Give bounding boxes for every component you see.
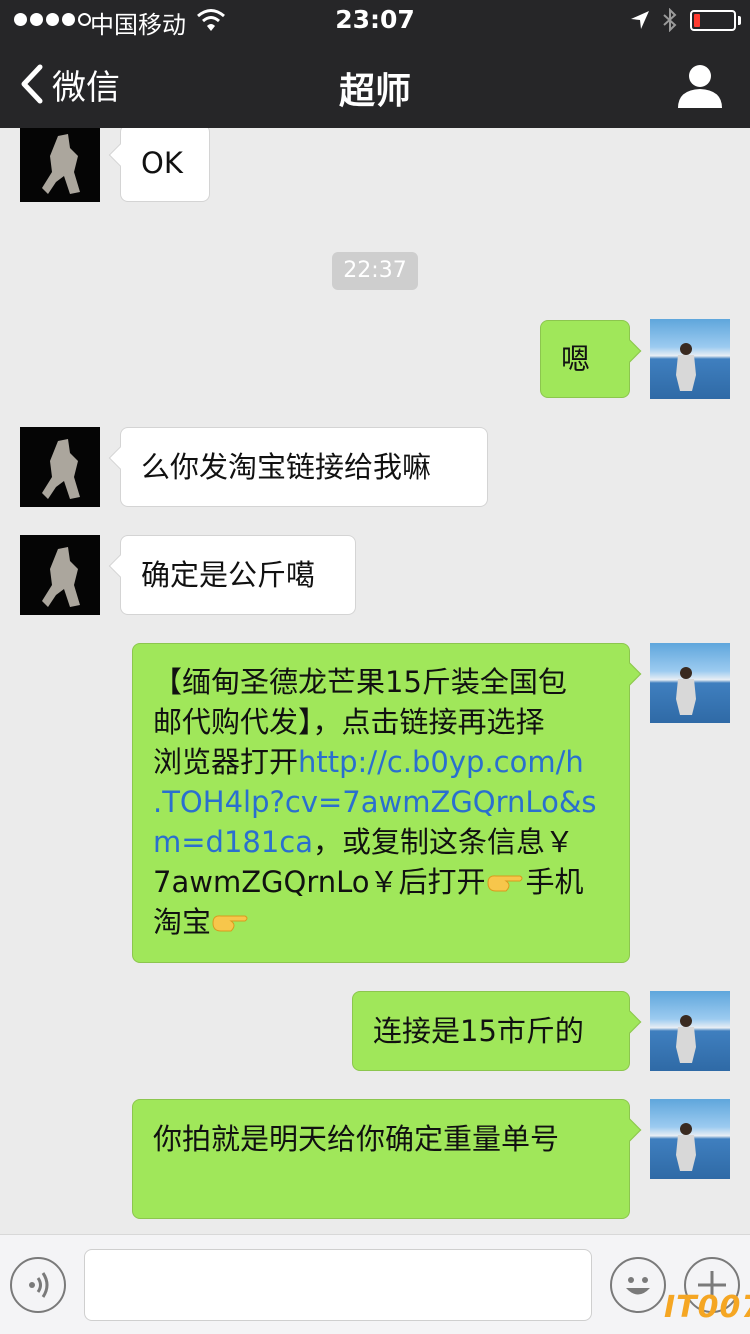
- battery-level: [694, 14, 700, 27]
- nav-bar: 微信 超师: [0, 40, 750, 128]
- contact-avatar[interactable]: [20, 427, 100, 507]
- message-text: 确定是公斤噶: [141, 558, 316, 592]
- message-bubble[interactable]: 你拍就是明天给你确定重量单号: [132, 1099, 642, 1219]
- message-text: 嗯: [561, 342, 591, 376]
- my-avatar[interactable]: [650, 991, 730, 1071]
- watermark-logo: IT007: [664, 1290, 750, 1325]
- message-bubble[interactable]: 【缅甸圣德龙芒果15斤装全国包 邮代购代发】，点击链接再选择 浏览器打开http…: [132, 643, 642, 963]
- my-avatar[interactable]: [650, 1099, 730, 1179]
- emoji-button[interactable]: [610, 1257, 666, 1313]
- product-link[interactable]: .TOH4lp?cv=7awmZGQrnLo&s: [153, 782, 611, 822]
- message-text: 手机: [525, 865, 584, 899]
- message-bubble[interactable]: 确定是公斤噶: [108, 535, 356, 615]
- message-input[interactable]: [84, 1249, 592, 1321]
- contact-avatar[interactable]: [20, 535, 100, 615]
- message-text: 连接是15市斤的: [373, 1014, 584, 1048]
- message-text: OK: [141, 146, 183, 180]
- message-bubble[interactable]: 连接是15市斤的: [352, 991, 642, 1071]
- message-text: ，或复制这条信息￥: [313, 825, 575, 859]
- timestamp-pill: 22:37: [332, 252, 418, 290]
- message-text: 浏览器打开: [153, 745, 299, 779]
- contact-avatar[interactable]: [20, 128, 100, 202]
- pointing-hand-icon: [487, 875, 523, 892]
- battery-icon: [690, 10, 736, 31]
- message-text: 么你发淘宝链接给我嘛: [141, 450, 432, 484]
- input-bar: [0, 1234, 750, 1334]
- message-bubble[interactable]: 嗯: [540, 320, 642, 398]
- my-avatar[interactable]: [650, 643, 730, 723]
- person-icon[interactable]: [676, 62, 724, 108]
- message-text: 淘宝: [153, 905, 212, 939]
- chat-area[interactable]: OK 22:37 嗯 么你发淘宝链接给我嘛 确定是公斤噶 【缅甸圣德龙芒果15斤…: [0, 128, 750, 1234]
- page-title: 超师: [338, 71, 411, 112]
- smiley-icon: [626, 1277, 650, 1295]
- pointing-hand-icon: [212, 915, 248, 932]
- message-bubble[interactable]: OK: [108, 128, 210, 202]
- message-text: 7awmZGQrnLo￥后打开: [153, 865, 486, 899]
- message-text: 你拍就是明天给你确定重量单号: [153, 1122, 560, 1156]
- location-arrow-icon: [631, 11, 649, 29]
- status-bar: 中国移动 23:07: [0, 0, 750, 40]
- message-bubble[interactable]: 么你发淘宝链接给我嘛: [108, 427, 488, 507]
- product-link[interactable]: m=d181ca: [153, 825, 313, 859]
- message-text: 【缅甸圣德龙芒果15斤装全国包: [153, 665, 567, 699]
- bluetooth-icon: [663, 8, 677, 32]
- product-link[interactable]: http://c.b0yp.com/h: [298, 745, 584, 779]
- voice-button[interactable]: [10, 1257, 66, 1313]
- my-avatar[interactable]: [650, 319, 730, 399]
- voice-icon: [29, 1272, 49, 1298]
- message-text: 邮代购代发】，点击链接再选择: [153, 705, 545, 739]
